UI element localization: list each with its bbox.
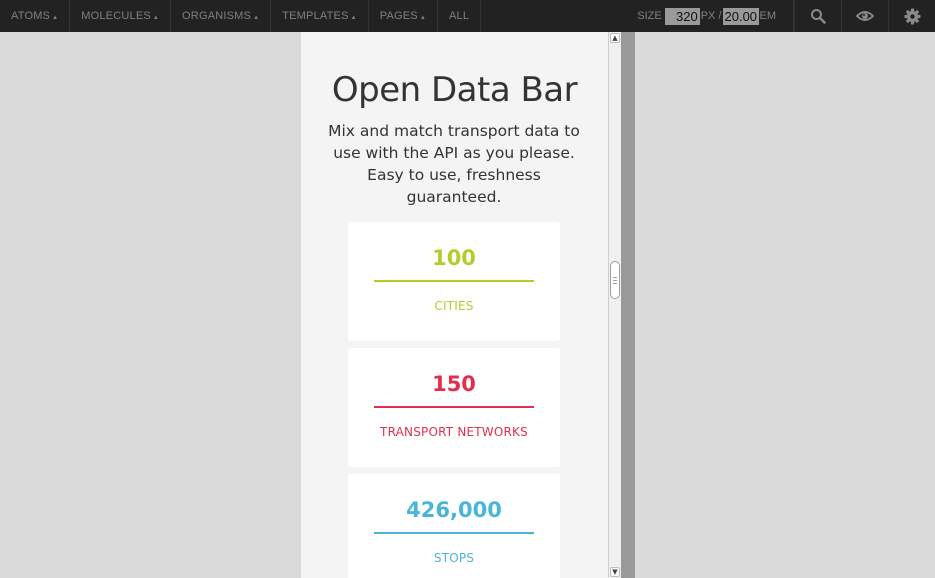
nav-all[interactable]: ALL [438,0,482,32]
nav-label: ATOMS [11,10,51,22]
scroll-up-arrow-icon[interactable]: ▲ [610,33,620,43]
nav-label: ORGANISMS [182,10,252,22]
page-title: Open Data Bar [331,70,578,110]
grip-line [613,277,617,278]
caret-icon: ▲ [419,14,426,21]
size-label: SIZE [637,10,662,22]
size-control: SIZE 320 PX / 20.00 EM [628,0,794,32]
top-toolbar: ATOMS ▲ MOLECULES ▲ ORGANISMS ▲ TEMPLATES ▲ … [0,0,935,32]
stat-value: 100 [432,246,476,270]
grip-line [613,283,617,284]
size-px-unit: PX / [700,10,722,22]
size-em-input[interactable]: 20.00 [722,7,759,25]
grip-line [613,280,617,281]
view-button[interactable] [841,0,888,32]
stat-card-cities: 100 CITIES [348,222,560,341]
nav-pages[interactable]: PAGES ▲ [369,0,438,32]
stat-divider [374,406,534,408]
nav-label: ALL [448,10,470,22]
settings-button[interactable] [888,0,935,32]
nav-organisms[interactable]: ORGANISMS ▲ [171,0,272,32]
page-description: Mix and match transport data to use with… [328,122,580,206]
caret-icon: ▲ [253,14,260,21]
stat-label: CITIES [434,299,474,313]
search-icon [811,9,826,24]
caret-icon: ▲ [350,14,357,21]
scroll-thumb[interactable] [610,261,620,299]
stat-card-networks: 150 TRANSPORT NETWORKS [348,348,560,467]
nav-label: PAGES [379,10,418,22]
nav-label: MOLECULES [81,10,151,22]
stat-value: 150 [432,372,476,396]
caret-icon: ▲ [52,14,59,21]
search-button[interactable] [794,0,841,32]
viewport-scrollbar[interactable]: ▲ ▼ [608,32,621,578]
stat-value: 426,000 [406,498,502,522]
nav-templates[interactable]: TEMPLATES ▲ [271,0,369,32]
caret-icon: ▲ [152,14,160,21]
stat-divider [374,280,534,282]
size-px-input[interactable]: 320 [664,7,700,25]
nav-label: TEMPLATES [282,10,349,22]
scroll-down-arrow-icon[interactable]: ▼ [610,567,620,577]
nav-molecules[interactable]: MOLECULES ▲ [70,0,172,32]
nav-atoms[interactable]: ATOMS ▲ [0,0,71,32]
size-em-unit: EM [759,10,777,22]
gear-icon [904,8,920,24]
stat-divider [374,532,534,534]
stat-label: STOPS [433,551,475,565]
stat-label: TRANSPORT NETWORKS [380,425,528,439]
stat-card-stops: 426,000 STOPS [348,474,560,578]
viewport-frame: Open Data Bar Mix and match transport da… [301,32,608,578]
viewport-resize-handle[interactable] [621,32,635,578]
eye-icon [856,11,874,21]
